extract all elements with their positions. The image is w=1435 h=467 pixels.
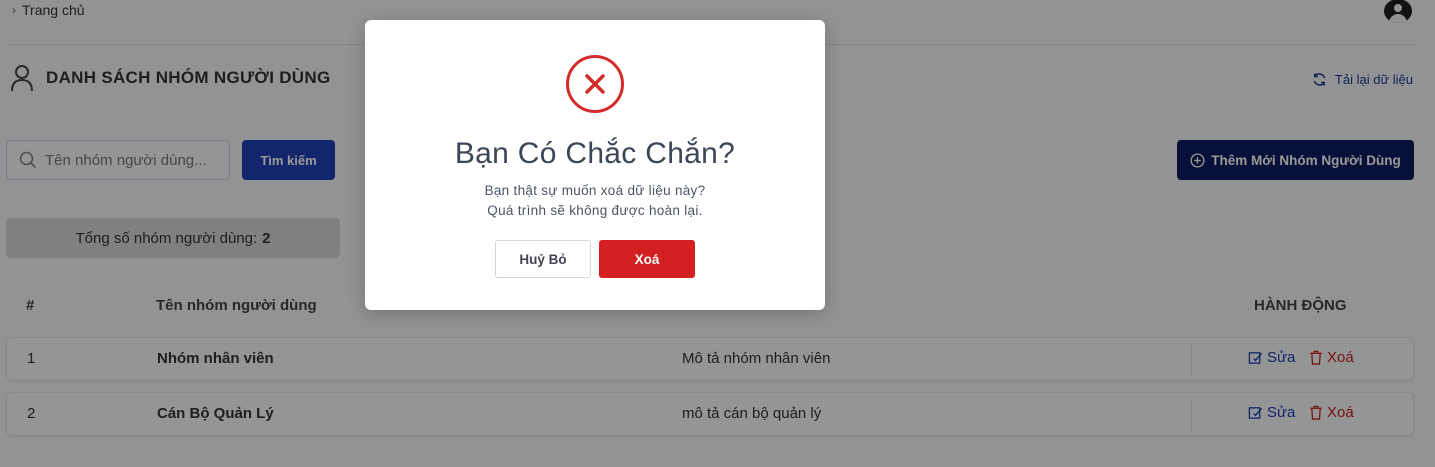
dialog-message-line-2: Quá trình sẽ không được hoàn lại.	[487, 203, 703, 218]
confirm-delete-button[interactable]: Xoá	[599, 240, 695, 278]
dialog-message-line-1: Bạn thật sự muốn xoá dữ liệu này?	[484, 183, 706, 198]
confirm-delete-dialog: Bạn Có Chắc Chắn? Bạn thật sự muốn xoá d…	[365, 20, 825, 310]
cancel-button[interactable]: Huỷ Bỏ	[495, 240, 591, 278]
error-x-icon	[566, 55, 624, 113]
dialog-title: Bạn Có Chắc Chắn?	[454, 137, 736, 170]
